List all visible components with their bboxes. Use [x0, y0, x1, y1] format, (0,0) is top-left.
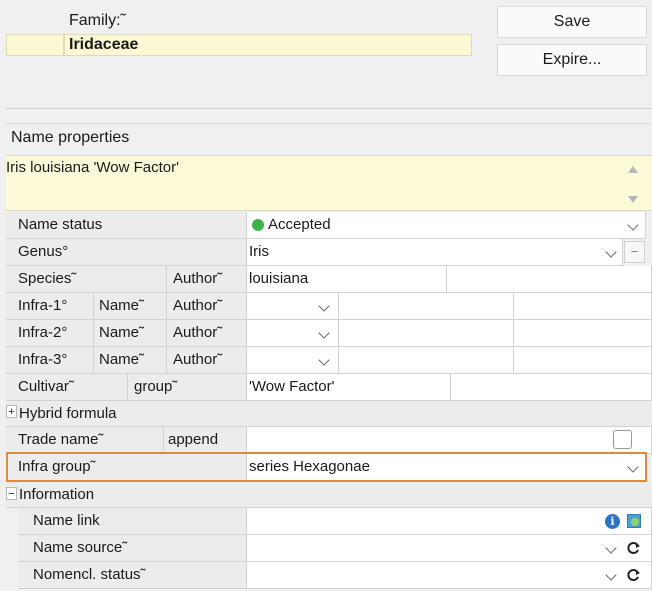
chevron-down-icon[interactable] — [313, 293, 335, 319]
family-field[interactable]: Iridaceae — [64, 34, 472, 56]
minus-icon[interactable]: − — [624, 241, 645, 263]
infra1-name-field[interactable] — [339, 293, 514, 320]
append-checkbox[interactable] — [613, 430, 632, 449]
infra2-name-field[interactable] — [339, 320, 514, 347]
information-row[interactable] — [6, 482, 652, 508]
name-status-label: Name status — [6, 212, 247, 239]
cultivar-label: Cultivar˜ — [6, 374, 128, 401]
collapse-icon[interactable]: − — [6, 487, 17, 500]
species-author-field[interactable] — [447, 266, 652, 293]
refresh-icon[interactable] — [627, 568, 641, 582]
chevron-down-icon[interactable] — [313, 347, 335, 373]
trade-name-label: Trade name˜ — [6, 427, 164, 454]
full-name-text: Iris louisiana 'Wow Factor' — [6, 159, 180, 176]
infra3-name-field[interactable] — [339, 347, 514, 374]
cultivar-group-label: group˜ — [128, 374, 247, 401]
infra-group-highlight — [6, 452, 647, 482]
info-icon[interactable]: i — [605, 514, 620, 529]
cultivar-group-field[interactable] — [451, 374, 652, 401]
infra1-name-label: Name˜ — [94, 293, 167, 320]
scroll-up-icon[interactable] — [627, 162, 639, 174]
chevron-down-icon[interactable] — [622, 212, 644, 238]
chevron-down-icon[interactable] — [600, 239, 622, 265]
infra3-label: Infra-3° — [6, 347, 94, 374]
infra1-author-label: Author˜ — [167, 293, 247, 320]
infra3-author-field[interactable] — [514, 347, 652, 374]
family-left-field[interactable] — [6, 34, 64, 56]
species-field[interactable]: louisiana — [247, 266, 447, 293]
infra2-author-field[interactable] — [514, 320, 652, 347]
name-source-label: Name source˜ — [18, 535, 247, 562]
name-link-field[interactable] — [247, 508, 652, 535]
name-link-label: Name link — [18, 508, 247, 535]
chevron-down-icon[interactable] — [600, 535, 622, 561]
species-author-label: Author˜ — [167, 266, 247, 293]
status-dot-icon — [252, 219, 264, 231]
cultivar-field[interactable]: 'Wow Factor' — [247, 374, 451, 401]
chevron-down-icon[interactable] — [600, 562, 622, 588]
chevron-down-icon[interactable] — [313, 320, 335, 346]
genus-select[interactable]: Iris — [247, 239, 623, 266]
expire-button[interactable]: Expire... — [497, 44, 647, 76]
infra1-author-field[interactable] — [514, 293, 652, 320]
section-divider — [6, 108, 652, 123]
genus-label: Genus° — [6, 239, 247, 266]
name-properties-title: Name properties — [11, 129, 130, 146]
infra2-name-label: Name˜ — [94, 320, 167, 347]
trade-name-field[interactable] — [247, 427, 652, 454]
hybrid-formula-label: Hybrid formula — [19, 405, 117, 422]
infra1-label: Infra-1° — [6, 293, 94, 320]
refresh-icon[interactable] — [627, 541, 641, 555]
trade-name-append-label: append — [164, 427, 247, 454]
infra2-author-label: Author˜ — [167, 320, 247, 347]
scroll-down-icon[interactable] — [627, 192, 639, 204]
name-source-select[interactable] — [247, 535, 652, 562]
indent-gutter — [6, 508, 18, 591]
infra3-name-label: Name˜ — [94, 347, 167, 374]
nomencl-status-select[interactable] — [247, 562, 652, 589]
nomencl-status-label: Nomencl. status˜ — [18, 562, 247, 589]
globe-link-icon[interactable] — [627, 514, 641, 528]
expand-icon[interactable]: + — [6, 405, 17, 418]
family-label: Family:˜ — [69, 12, 126, 29]
infra3-author-label: Author˜ — [167, 347, 247, 374]
infra2-label: Infra-2° — [6, 320, 94, 347]
name-status-value: Accepted — [268, 216, 331, 233]
information-label: Information — [19, 486, 95, 503]
species-label: Species˜ — [6, 266, 167, 293]
save-button[interactable]: Save — [497, 6, 647, 38]
